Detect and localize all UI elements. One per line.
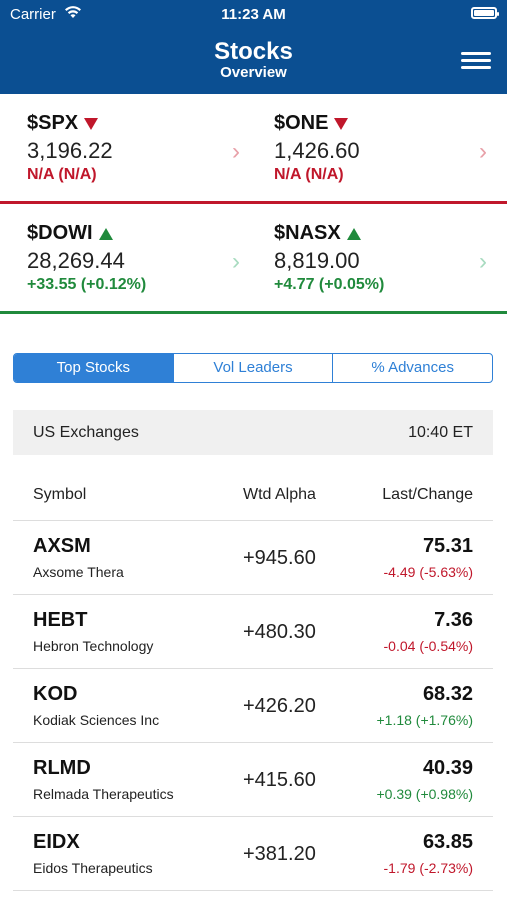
stock-list: AXSM Axsome Thera +945.60 75.31 -4.49 (-… — [13, 521, 493, 891]
battery-icon — [471, 7, 499, 19]
stock-change: -1.79 (-2.73%) — [383, 860, 473, 876]
stock-symbol: KOD — [33, 683, 78, 705]
stock-last: 75.31 — [422, 535, 473, 557]
table-row[interactable]: KOD Kodiak Sciences Inc +426.20 68.32 +1… — [13, 669, 493, 743]
stock-last: 7.36 — [434, 609, 473, 631]
stock-change: +1.18 (+1.76%) — [376, 712, 473, 728]
index-row: $DOWI 28,269.44 +33.55 (+0.12%) › $NASX … — [0, 204, 507, 314]
status-bar: Carrier 11:23 AM — [0, 0, 507, 28]
stock-alpha: +381.20 — [243, 843, 316, 865]
index-change: +33.55 (+0.12%) — [27, 276, 147, 293]
stock-alpha: +426.20 — [243, 695, 316, 717]
segmented-control: Top Stocks Vol Leaders % Advances — [13, 353, 493, 383]
index-change: N/A (N/A) — [27, 166, 97, 183]
column-header-alpha: Wtd Alpha — [243, 486, 316, 503]
stock-name: Axsome Thera — [33, 564, 124, 580]
tab-vol-leaders[interactable]: Vol Leaders — [174, 354, 334, 382]
index-price: 1,426.60 — [274, 138, 360, 163]
stock-last: 40.39 — [422, 757, 473, 779]
stock-change: -4.49 (-5.63%) — [383, 564, 473, 580]
index-price: 8,819.00 — [274, 248, 360, 273]
index-symbol: $DOWI — [27, 222, 93, 244]
table-row[interactable]: RLMD Relmada Therapeutics +415.60 40.39 … — [13, 743, 493, 817]
stock-change: -0.04 (-0.54%) — [383, 638, 473, 654]
table-row[interactable]: AXSM Axsome Thera +945.60 75.31 -4.49 (-… — [13, 521, 493, 595]
stock-change: +0.39 (+0.98%) — [376, 786, 473, 802]
chevron-right-icon: › — [232, 248, 240, 275]
up-arrow-icon — [346, 227, 361, 240]
index-price: 28,269.44 — [27, 248, 125, 273]
index-card-dowi[interactable]: $DOWI 28,269.44 +33.55 (+0.12%) › — [7, 204, 254, 308]
stock-symbol: HEBT — [33, 609, 88, 631]
hamburger-menu-icon[interactable] — [461, 50, 491, 72]
stock-alpha: +945.60 — [243, 547, 316, 569]
exchange-time: 10:40 ET — [408, 424, 473, 441]
down-arrow-icon — [334, 117, 349, 130]
index-symbol: $ONE — [274, 112, 329, 134]
app-header: Carrier 11:23 AM Stocks Overview — [0, 0, 507, 94]
index-overview: $SPX 3,196.22 N/A (N/A) › $ONE 1,426.60 … — [0, 94, 507, 314]
index-card-nasx[interactable]: $NASX 8,819.00 +4.77 (+0.05%) › — [254, 204, 501, 308]
tab-advances[interactable]: % Advances — [333, 354, 492, 382]
tab-top-stocks[interactable]: Top Stocks — [14, 354, 174, 382]
index-change: N/A (N/A) — [274, 166, 344, 183]
index-card-spx[interactable]: $SPX 3,196.22 N/A (N/A) › — [7, 94, 254, 198]
table-row[interactable]: HEBT Hebron Technology +480.30 7.36 -0.0… — [13, 595, 493, 669]
index-symbol: $NASX — [274, 222, 341, 244]
stock-name: Eidos Therapeutics — [33, 860, 153, 876]
index-price: 3,196.22 — [27, 138, 113, 163]
stock-symbol: EIDX — [33, 831, 80, 853]
up-arrow-icon — [98, 227, 113, 240]
stock-symbol: RLMD — [33, 757, 91, 779]
index-symbol: $SPX — [27, 112, 79, 134]
chevron-right-icon: › — [479, 138, 487, 165]
page-title: Stocks — [214, 38, 293, 65]
column-header-last: Last/Change — [382, 486, 473, 503]
table-row[interactable]: EIDX Eidos Therapeutics +381.20 63.85 -1… — [13, 817, 493, 891]
exchange-header: US Exchanges 10:40 ET — [13, 410, 493, 455]
column-header-symbol: Symbol — [33, 486, 87, 503]
stock-name: Kodiak Sciences Inc — [33, 712, 160, 728]
down-arrow-icon — [84, 117, 99, 130]
index-change: +4.77 (+0.05%) — [274, 276, 385, 293]
stock-name: Hebron Technology — [33, 638, 154, 654]
index-card-one[interactable]: $ONE 1,426.60 N/A (N/A) › — [254, 94, 501, 198]
stock-last: 63.85 — [422, 831, 473, 853]
stock-alpha: +415.60 — [243, 769, 316, 791]
stock-alpha: +480.30 — [243, 621, 316, 643]
page-subtitle: Overview — [220, 64, 287, 81]
index-row: $SPX 3,196.22 N/A (N/A) › $ONE 1,426.60 … — [0, 94, 507, 204]
stock-name: Relmada Therapeutics — [33, 786, 174, 802]
chevron-right-icon: › — [232, 138, 240, 165]
stock-last: 68.32 — [422, 683, 473, 705]
table-header: Symbol Wtd Alpha Last/Change — [13, 470, 493, 521]
chevron-right-icon: › — [479, 248, 487, 275]
exchange-label: US Exchanges — [33, 424, 139, 441]
stock-symbol: AXSM — [33, 535, 91, 557]
status-time: 11:23 AM — [221, 6, 286, 23]
